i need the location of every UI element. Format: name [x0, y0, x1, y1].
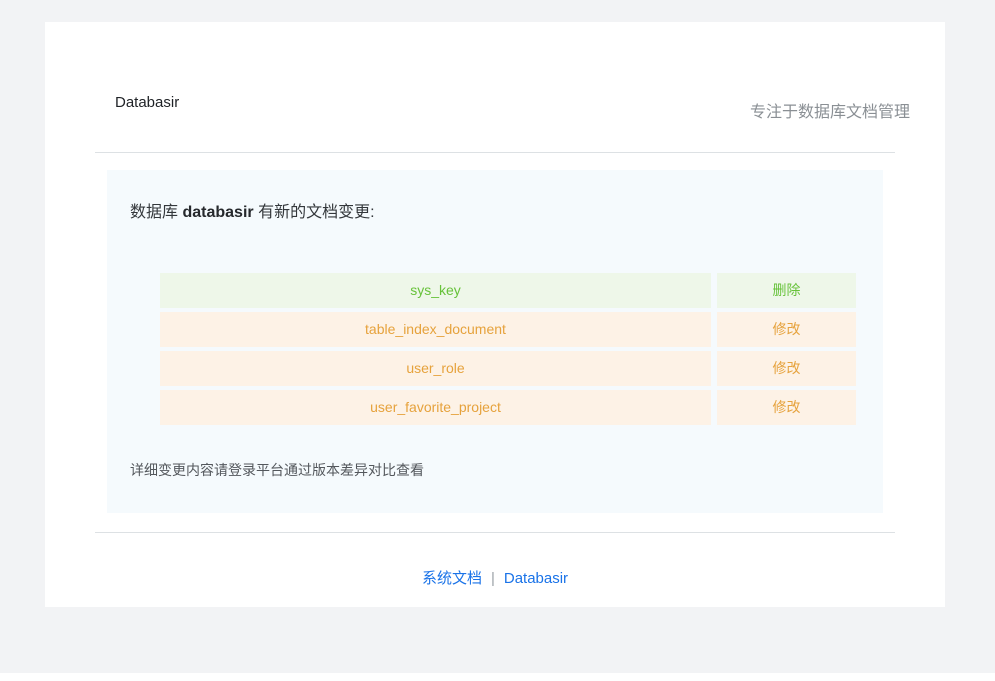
brand-tagline: 专注于数据库文档管理: [750, 98, 910, 122]
footer-link-separator: |: [491, 570, 495, 587]
footer-link-databasir[interactable]: Databasir: [504, 570, 568, 587]
table-name-cell: table_index_document: [160, 312, 711, 347]
operation-cell: 修改: [717, 351, 856, 386]
table-name-cell: sys_key: [160, 273, 711, 308]
table-name-cell: user_role: [160, 351, 711, 386]
notice-title-prefix: 数据库: [130, 204, 178, 221]
brand-title: Databasir: [115, 94, 179, 111]
operation-cell: 修改: [717, 390, 856, 425]
footer-link-system-docs[interactable]: 系统文档: [422, 570, 482, 587]
operation-cell: 修改: [717, 312, 856, 347]
notice-title-suffix: 有新的文档变更:: [258, 204, 374, 221]
header-divider: [95, 152, 895, 153]
operation-cell: 删除: [717, 273, 856, 308]
database-name: databasir: [182, 204, 253, 221]
email-card: Databasir 专注于数据库文档管理 数据库databasir 有新的文档变更…: [45, 22, 945, 607]
notice-box: 数据库databasir 有新的文档变更: sys_key删除table_inde…: [107, 170, 883, 513]
notice-title: 数据库databasir 有新的文档变更:: [130, 202, 375, 224]
notice-note: 详细变更内容请登录平台通过版本差异对比查看: [130, 460, 424, 480]
footer-divider: [95, 532, 895, 533]
footer: 系统文档 | Databasir: [45, 568, 945, 589]
table-name-cell: user_favorite_project: [160, 390, 711, 425]
changes-table: sys_key删除table_index_document修改user_role…: [160, 273, 856, 425]
